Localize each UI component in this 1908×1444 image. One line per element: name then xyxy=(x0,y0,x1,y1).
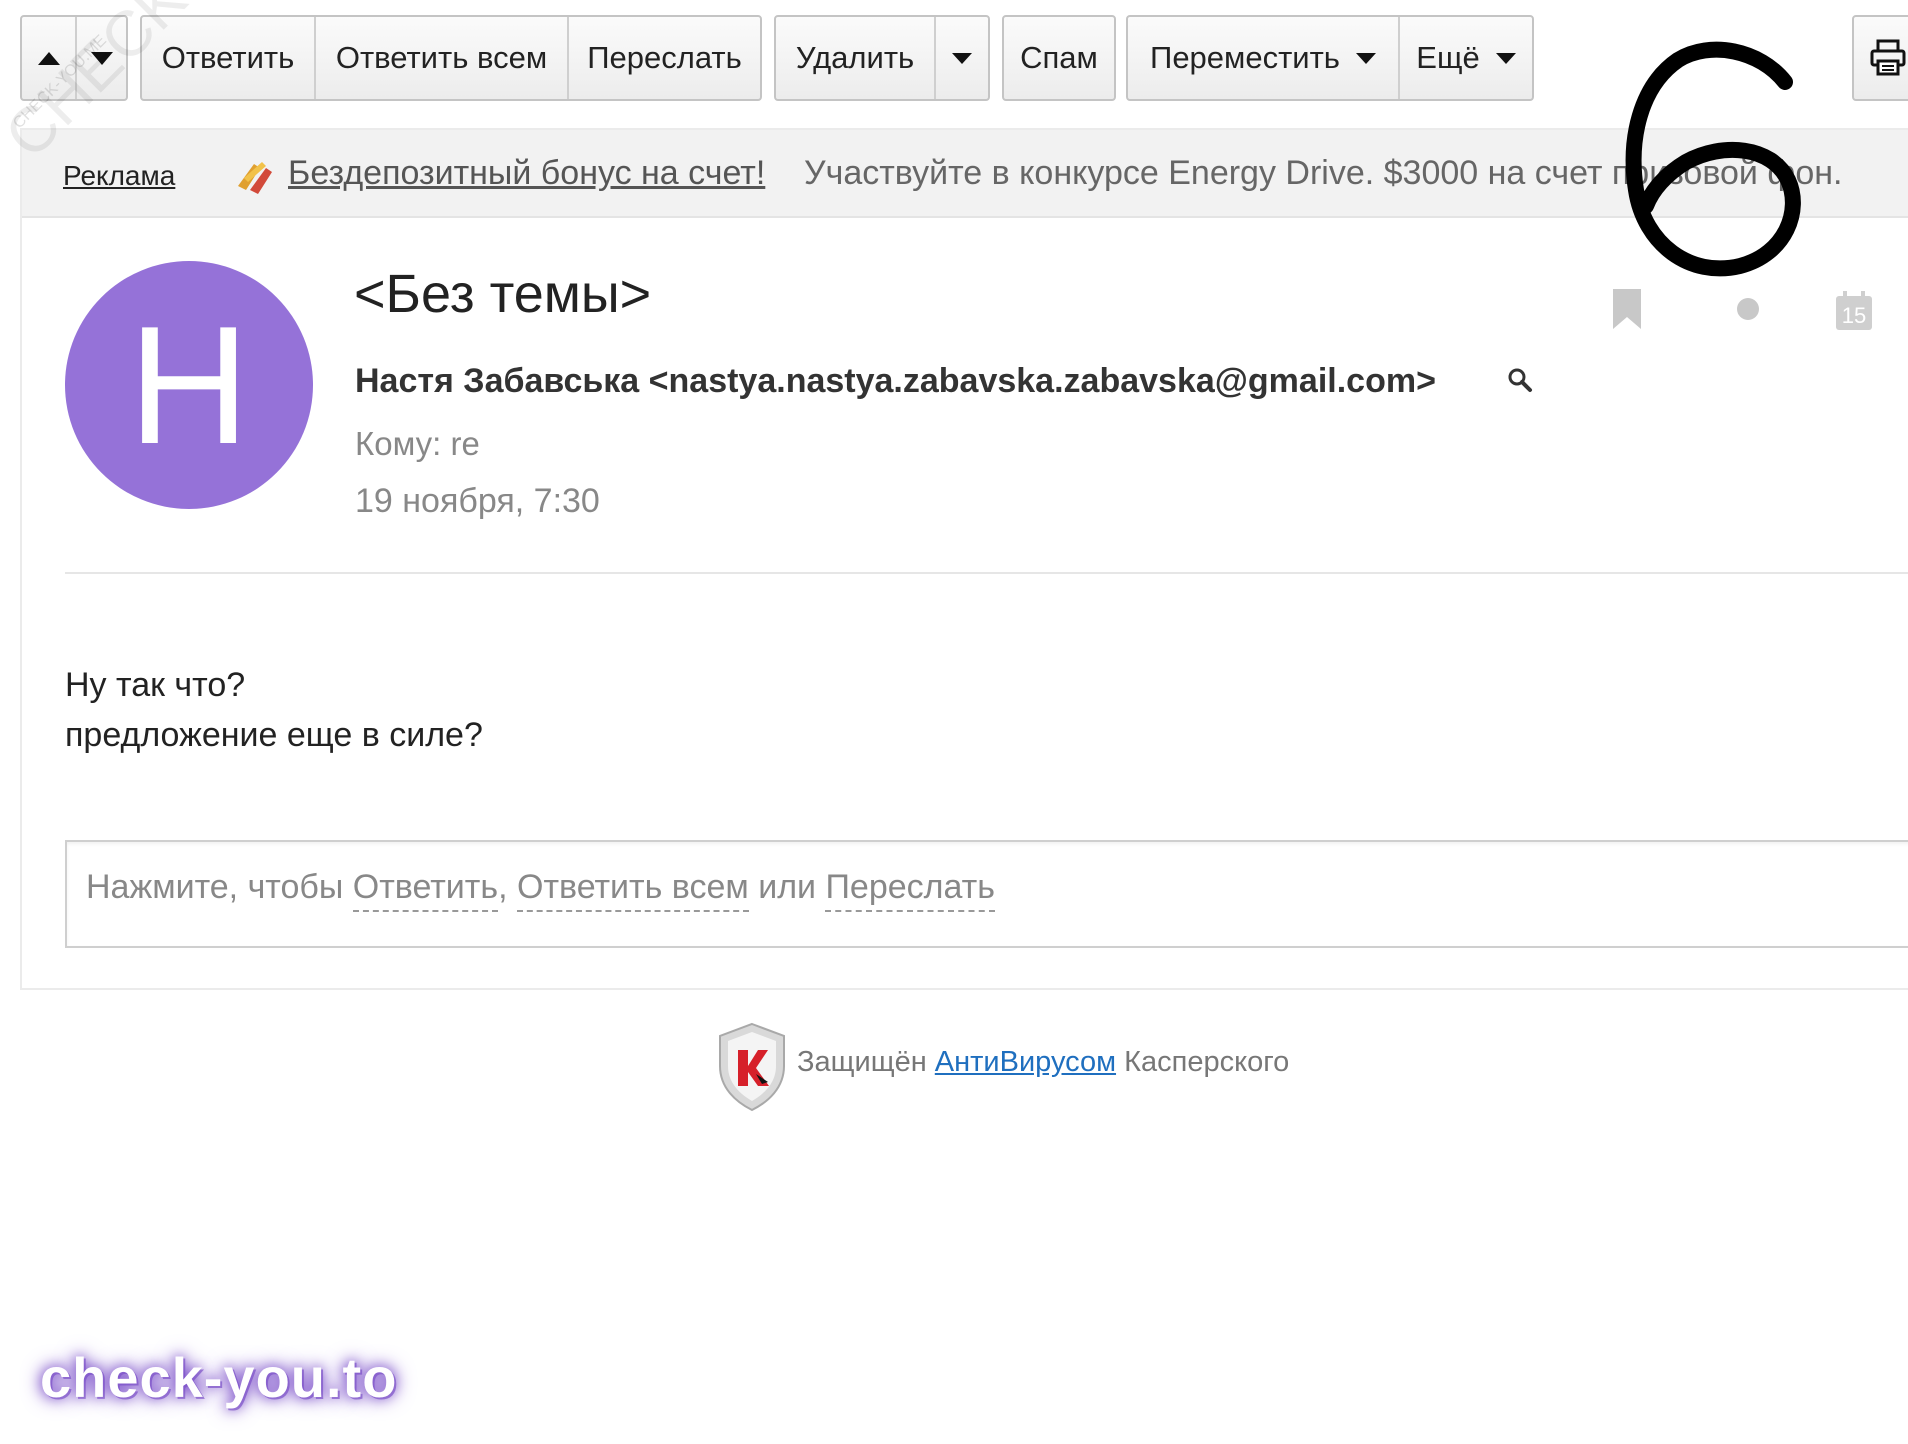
message-body: Ну так что? предложение еще в силе? xyxy=(65,660,483,760)
move-group: Переместить Ещё xyxy=(1126,15,1534,101)
ad-label[interactable]: Реклама xyxy=(63,160,175,192)
delete-button[interactable]: Удалить xyxy=(776,17,934,99)
forward-button[interactable]: Переслать xyxy=(567,17,760,99)
chevron-down-icon xyxy=(1355,52,1376,64)
message-subject: <Без темы> xyxy=(354,264,652,324)
calendar-day: 15 xyxy=(1841,303,1867,328)
chevron-down-icon xyxy=(1495,52,1516,64)
move-button[interactable]: Переместить xyxy=(1128,17,1398,99)
quick-reply-all-link[interactable]: Ответить всем xyxy=(517,868,749,912)
footer-protection: Защищён АнтиВирусом Касперского xyxy=(797,1046,1289,1079)
quick-reply-box[interactable]: Нажмите, чтобы Ответить, Ответить всем и… xyxy=(65,840,1908,948)
header-divider xyxy=(65,572,1908,574)
body-line: Ну так что? xyxy=(65,666,246,704)
watermark-bottom: check-you.to xyxy=(40,1346,398,1409)
toolbar: Ответить Ответить всем Переслать Удалить… xyxy=(0,0,1908,120)
reply-separator: , xyxy=(498,868,508,906)
avatar: Н xyxy=(65,261,313,509)
reply-prefix: Нажмите, чтобы xyxy=(86,868,344,906)
kaspersky-shield-icon xyxy=(719,1022,785,1112)
spam-button[interactable]: Спам xyxy=(1004,17,1114,99)
printer-icon xyxy=(1870,39,1906,76)
spam-group: Спам xyxy=(1002,15,1116,101)
bookmark-icon[interactable] xyxy=(1610,287,1644,331)
footer-protected: Защищён xyxy=(797,1046,927,1078)
message-sender[interactable]: Настя Забавська <nastya.nastya.zabavska.… xyxy=(355,362,1436,401)
chevron-down-icon xyxy=(952,52,972,64)
next-message-button[interactable] xyxy=(75,17,126,99)
quick-forward-link[interactable]: Переслать xyxy=(825,868,995,912)
arrow-down-icon xyxy=(90,51,113,65)
message-date: 19 ноября, 7:30 xyxy=(355,482,600,520)
ad-text[interactable]: Участвуйте в конкурсе Energy Drive. $300… xyxy=(804,154,1842,193)
ad-bar: Реклама Бездепозитный бонус на счет! Уча… xyxy=(22,130,1908,218)
unread-dot-icon[interactable] xyxy=(1737,298,1759,320)
reply-all-button[interactable]: Ответить всем xyxy=(314,17,567,99)
reply-or: или xyxy=(758,868,817,906)
reply-button[interactable]: Ответить xyxy=(142,17,314,99)
message-card: Реклама Бездепозитный бонус на счет! Уча… xyxy=(20,128,1908,990)
more-button[interactable]: Ещё xyxy=(1398,17,1532,99)
search-icon[interactable] xyxy=(1506,366,1534,394)
antivirus-link[interactable]: АнтиВирусом xyxy=(935,1046,1116,1078)
delete-options-button[interactable] xyxy=(934,17,988,99)
delete-group: Удалить xyxy=(774,15,990,101)
footer-kaspersky: Касперского xyxy=(1124,1046,1290,1078)
more-label: Ещё xyxy=(1416,40,1480,75)
bonus-icon xyxy=(238,162,272,194)
navigation-group xyxy=(20,15,128,101)
calendar-icon[interactable]: 15 xyxy=(1834,290,1874,332)
ad-link[interactable]: Бездепозитный бонус на счет! xyxy=(288,154,765,193)
message-recipient: Кому: re xyxy=(355,425,480,463)
recipient-value: re xyxy=(450,425,480,462)
print-button[interactable] xyxy=(1852,15,1908,101)
quick-reply-prompt: Нажмите, чтобы Ответить, Ответить всем и… xyxy=(86,868,995,912)
body-line: предложение еще в силе? xyxy=(65,716,483,754)
reply-group: Ответить Ответить всем Переслать xyxy=(140,15,762,101)
recipient-label: Кому: xyxy=(355,425,442,462)
prev-message-button[interactable] xyxy=(22,17,75,99)
move-label: Переместить xyxy=(1150,40,1340,75)
arrow-up-icon xyxy=(37,51,60,65)
redacted-area xyxy=(478,432,1038,450)
quick-reply-link[interactable]: Ответить xyxy=(352,868,499,912)
